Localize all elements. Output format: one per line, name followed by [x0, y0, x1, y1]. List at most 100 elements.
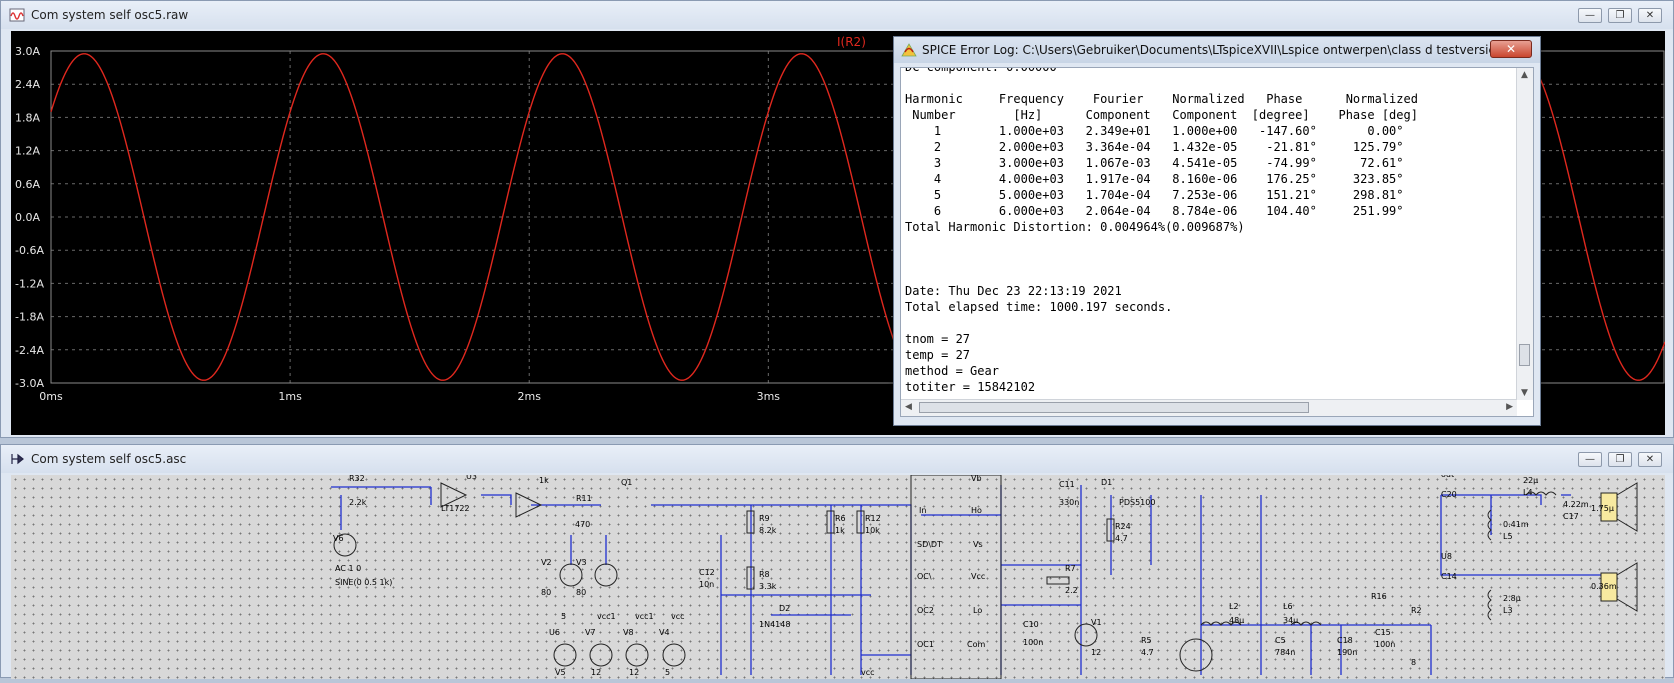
schematic-label: 48µ	[1229, 616, 1244, 625]
schematic-label: Vcc	[971, 572, 985, 581]
schematic-label: C10	[1023, 620, 1039, 629]
schematic-app-icon	[11, 453, 24, 465]
schematic-window: Com system self osc5.asc — ❐ ✕ R32 2.2k …	[0, 444, 1674, 680]
schematic-label: V2	[541, 558, 552, 567]
error-log-text-area[interactable]: DC component: 0.00000 Harmonic Frequency…	[900, 67, 1534, 417]
schematic-label: 2.2	[1065, 586, 1078, 595]
maximize-button[interactable]: ❐	[1608, 8, 1632, 23]
y-tick-label: -2.4A	[15, 344, 44, 357]
horizontal-scrollbar[interactable]: ◀ ▶	[901, 399, 1517, 416]
schematic-label: 190n	[1337, 648, 1357, 657]
schematic-label: V7	[585, 628, 596, 637]
scroll-right-icon[interactable]: ▶	[1506, 402, 1513, 412]
schematic-label: R11	[576, 494, 592, 503]
schematic-label: 80	[541, 588, 551, 597]
horizontal-scroll-thumb[interactable]	[919, 402, 1309, 413]
error-log-titlebar[interactable]: SPICE Error Log: C:\Users\Gebruiker\Docu…	[894, 37, 1540, 63]
scroll-up-icon[interactable]: ▲	[1521, 70, 1528, 80]
schematic-label: R9	[759, 514, 770, 523]
close-button[interactable]: ✕	[1638, 8, 1662, 23]
scroll-left-icon[interactable]: ◀	[905, 402, 912, 412]
schematic-label: R24	[1115, 522, 1131, 531]
schematic-label: V1	[1091, 618, 1102, 627]
close-button[interactable]: ✕	[1638, 452, 1662, 467]
schematic-label: C15	[1375, 628, 1391, 637]
close-icon: ✕	[1645, 454, 1655, 465]
scroll-down-icon[interactable]: ▼	[1521, 388, 1528, 398]
schematic-label: SD\DT	[917, 540, 942, 549]
x-tick-label: 0ms	[39, 390, 63, 403]
schematic-label: C5	[1275, 636, 1286, 645]
schematic-label: U3	[466, 475, 477, 481]
schematic-label: 470	[575, 520, 590, 529]
schematic-label: L5	[1503, 532, 1513, 541]
y-tick-label: 3.0A	[15, 45, 40, 58]
schematic-canvas[interactable]: R32 2.2k U3 LT1722 1k R11 470 Q1 V6 AC 1 0 SINE(0 …	[11, 470, 1665, 680]
waveform-app-icon	[9, 8, 25, 22]
spice-log-icon	[901, 43, 917, 57]
schematic-label: Com	[967, 640, 985, 649]
schematic-label: C11	[1059, 480, 1075, 489]
schematic-label: 12	[629, 668, 639, 677]
schematic-label: 0.36m	[1591, 582, 1617, 591]
schematic-label: Ho	[971, 506, 982, 515]
schematic-label: C12	[699, 568, 715, 577]
log-line: Date: Thu Dec 23 22:13:19 2021	[905, 284, 1122, 298]
schematic-label: V5	[555, 668, 566, 677]
schematic-label: L3	[1503, 606, 1513, 615]
schematic-label: In	[919, 506, 926, 515]
vertical-scroll-thumb[interactable]	[1519, 344, 1530, 366]
error-log-title: SPICE Error Log: C:\Users\Gebruiker\Docu…	[922, 43, 1512, 57]
schematic-label: 4.22m	[1563, 500, 1589, 509]
schematic-label: 100n	[1023, 638, 1043, 647]
schematic-label: R16	[1371, 592, 1387, 601]
minimize-icon: —	[1585, 10, 1595, 21]
schematic-label: OC\	[917, 572, 932, 581]
x-tick-label: 3ms	[757, 390, 781, 403]
schematic-label: 8.2k	[759, 526, 777, 535]
schematic-label: 12	[1091, 648, 1101, 657]
error-log-close-button[interactable]: ✕	[1490, 40, 1532, 58]
log-line: Total elapsed time: 1000.197 seconds.	[905, 300, 1173, 314]
schematic-drawing[interactable]: R32 2.2k U3 LT1722 1k R11 470 Q1 V6 AC 1 0 SINE(0 …	[11, 470, 1665, 680]
y-tick-label: 1.2A	[15, 145, 40, 158]
schematic-label: AC 1 0	[335, 564, 361, 573]
log-line: 6 6.000e+03 2.064e-04 8.784e-06 104.40° …	[905, 204, 1404, 218]
schematic-label: R7	[1065, 564, 1076, 573]
schematic-label: out	[1441, 475, 1454, 479]
log-line: temp = 27	[905, 348, 971, 362]
schematic-label: 1k	[835, 526, 845, 535]
schematic-label: Lo	[973, 606, 982, 615]
log-line: Number [Hz] Component Component [degree]…	[905, 108, 1418, 122]
log-line: method = Gear	[905, 364, 999, 378]
schematic-label: U6	[549, 628, 560, 637]
maximize-button[interactable]: ❐	[1608, 452, 1632, 467]
trace-label[interactable]: I(R2)	[837, 35, 866, 49]
schematic-label: Vb	[971, 475, 982, 483]
minimize-button[interactable]: —	[1578, 452, 1602, 467]
schematic-label: LT1722	[441, 504, 470, 513]
schematic-window-title: Com system self osc5.asc	[31, 452, 187, 466]
close-icon: ✕	[1505, 42, 1517, 56]
schematic-label: 3.3k	[759, 582, 777, 591]
schematic-label: OC2	[917, 606, 934, 615]
schematic-label: R32	[349, 475, 365, 483]
schematic-label: U8	[1441, 552, 1452, 561]
waveform-titlebar[interactable]: Com system self osc5.raw — ❐ ✕	[1, 1, 1673, 29]
y-tick-label: 2.4A	[15, 78, 40, 91]
schematic-label: R8	[759, 570, 770, 579]
schematic-label: PDS5100	[1119, 498, 1155, 507]
schematic-label: 4.7	[1141, 648, 1154, 657]
schematic-label: vcc	[861, 668, 875, 677]
schematic-label: 10k	[865, 526, 880, 535]
schematic-label: 2.8µ	[1503, 594, 1521, 603]
schematic-label: 4.7	[1115, 534, 1128, 543]
log-line: 5 5.000e+03 1.704e-04 7.253e-06 151.21° …	[905, 188, 1404, 202]
schematic-titlebar[interactable]: Com system self osc5.asc — ❐ ✕	[1, 445, 1673, 473]
vertical-scrollbar[interactable]: ▲ ▼	[1516, 68, 1533, 400]
minimize-button[interactable]: —	[1578, 8, 1602, 23]
schematic-label: V4	[659, 628, 670, 637]
schematic-label: vcc1	[597, 612, 616, 621]
